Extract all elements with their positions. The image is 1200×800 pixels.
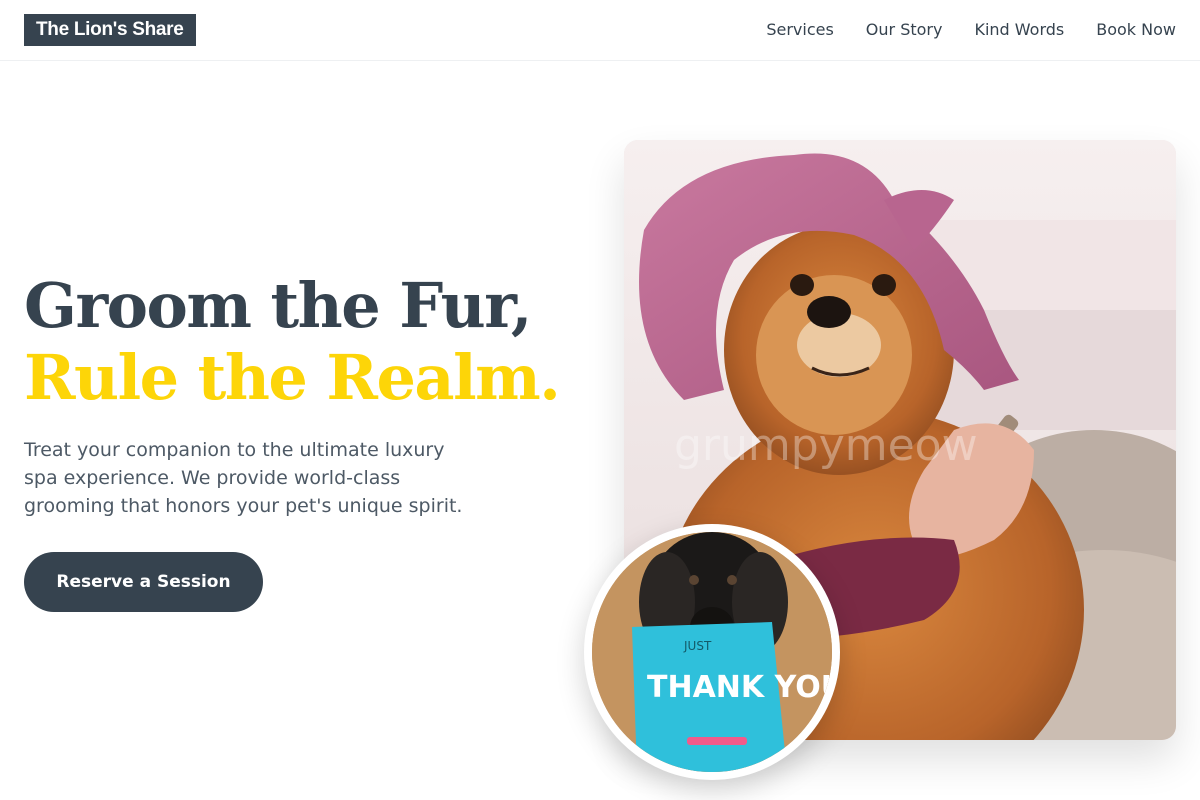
watermark-text: grumpymeow — [674, 420, 978, 471]
nav-link-kind-words[interactable]: Kind Words — [974, 19, 1064, 41]
card-text-top: JUST — [683, 639, 712, 653]
nav-link-services[interactable]: Services — [766, 19, 833, 41]
reserve-session-button[interactable]: Reserve a Session — [24, 552, 263, 612]
hero-title-line-2: Rule the Realm. — [24, 341, 561, 414]
nav-link-book-now[interactable]: Book Now — [1096, 19, 1176, 41]
brand-logo[interactable]: The Lion's Share — [24, 14, 196, 46]
hero-description: Treat your companion to the ultimate lux… — [24, 439, 463, 517]
testimonial-badge-photo: JUST THANK YOU! — [584, 524, 840, 780]
card-text-main: THANK YOU! — [647, 670, 832, 705]
hero-title-line-1: Groom the Fur, — [24, 269, 533, 342]
main-nav: Services Our Story Kind Words Book Now — [766, 19, 1176, 41]
top-navigation-bar: The Lion's Share Services Our Story Kind… — [0, 0, 1200, 61]
hero-title: Groom the Fur, Rule the Realm. — [24, 270, 584, 414]
thank-you-dog-illustration: JUST THANK YOU! — [592, 532, 832, 772]
badge-photo-inner: JUST THANK YOU! — [592, 532, 832, 772]
nav-link-our-story[interactable]: Our Story — [866, 19, 943, 41]
